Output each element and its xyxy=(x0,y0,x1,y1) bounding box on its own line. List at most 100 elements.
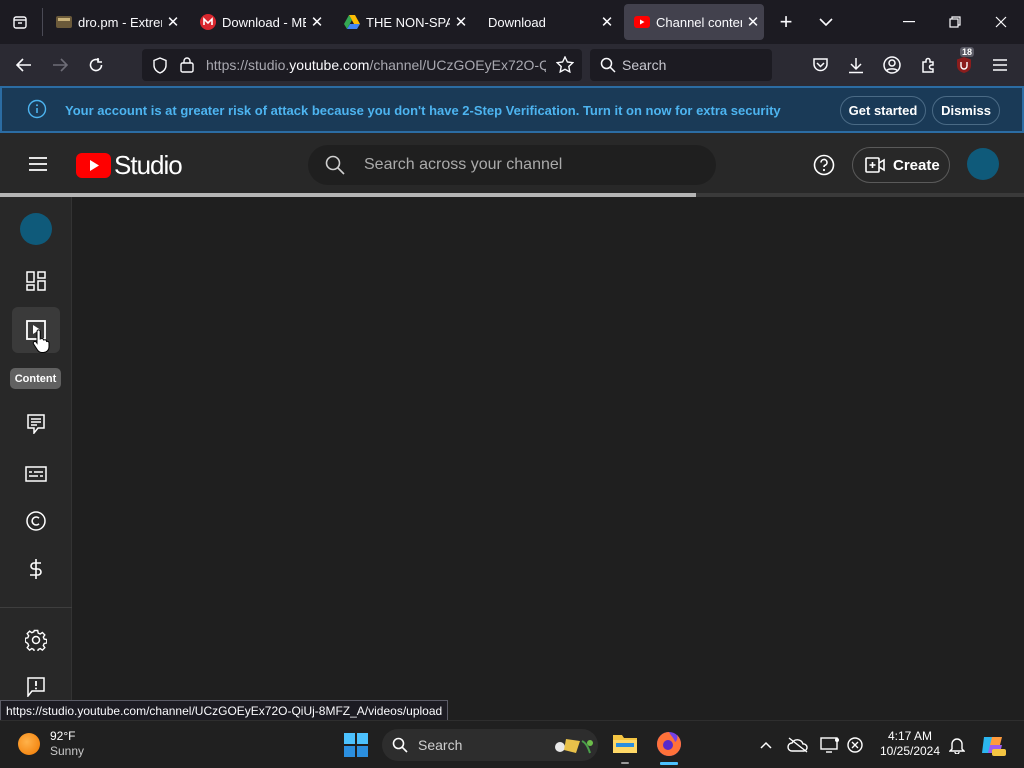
account-avatar[interactable] xyxy=(967,148,999,180)
forward-icon[interactable] xyxy=(44,49,76,81)
weather-widget[interactable]: 92°F Sunny xyxy=(18,729,84,759)
account-icon[interactable] xyxy=(876,49,908,81)
close-window-icon[interactable] xyxy=(985,6,1017,38)
get-started-button[interactable]: Get started xyxy=(840,96,926,125)
extension-badge: 18 xyxy=(960,47,975,57)
close-tab-icon[interactable]: ✕ xyxy=(162,13,184,31)
tab-label: Download xyxy=(488,14,546,30)
hamburger-menu-icon[interactable] xyxy=(28,156,48,177)
search-icon xyxy=(600,57,616,78)
browser-tab-active[interactable]: Channel content ✕ xyxy=(624,4,764,40)
youtube-logo-icon xyxy=(76,153,111,178)
subtitles-icon xyxy=(25,466,47,482)
create-button[interactable]: Create xyxy=(852,147,950,183)
chevron-up-icon[interactable] xyxy=(754,733,778,757)
channel-search-input[interactable]: Search across your channel xyxy=(308,145,716,185)
channel-avatar[interactable] xyxy=(20,213,52,245)
dro-favicon-icon xyxy=(56,14,72,30)
taskbar-search-label: Search xyxy=(418,737,463,753)
file-explorer-icon[interactable] xyxy=(612,731,638,760)
banner-message: Your account is at greater risk of attac… xyxy=(65,103,781,118)
browser-tab[interactable]: dro.pm - Extrem ✕ xyxy=(46,4,184,40)
tab-label: THE NON-SPAM xyxy=(366,14,450,30)
url-text[interactable]: https://studio.youtube.com/channel/UCzGO… xyxy=(206,57,546,73)
search-icon xyxy=(392,737,408,758)
browser-tab[interactable]: Download - MEGA ✕ xyxy=(190,4,328,40)
feedback-icon xyxy=(27,677,45,697)
ublock-extension-icon[interactable]: 18 xyxy=(948,47,980,81)
close-tab-icon[interactable]: ✕ xyxy=(596,13,618,31)
sidebar-item-subtitles[interactable] xyxy=(12,451,60,497)
pocket-icon[interactable] xyxy=(804,49,836,81)
browser-tab-strip: dro.pm - Extrem ✕ Download - MEGA ✕ THE … xyxy=(0,0,1024,44)
minimize-icon[interactable] xyxy=(893,6,925,38)
search-icon xyxy=(325,155,345,180)
comments-icon xyxy=(27,414,45,434)
copyright-icon xyxy=(26,511,46,531)
browser-tab[interactable]: THE NON-SPAM ✕ xyxy=(334,4,472,40)
hand-pointer-cursor-icon xyxy=(32,329,50,358)
list-all-tabs-icon[interactable] xyxy=(810,6,842,38)
weather-desc: Sunny xyxy=(50,744,85,758)
create-video-icon xyxy=(865,157,885,173)
bookmark-star-icon[interactable] xyxy=(555,55,575,78)
notification-bell-icon[interactable] xyxy=(945,733,969,757)
dashboard-icon xyxy=(26,271,46,291)
link-status-tooltip: https://studio.youtube.com/channel/UCzGO… xyxy=(0,700,449,721)
studio-header: Studio Search across your channel Create xyxy=(0,133,1024,193)
copilot-icon[interactable] xyxy=(980,733,1006,757)
sun-icon xyxy=(18,733,40,755)
url-bar[interactable]: https://studio.youtube.com/channel/UCzGO… xyxy=(142,49,582,81)
close-tab-icon[interactable]: ✕ xyxy=(742,13,764,31)
back-icon[interactable] xyxy=(8,49,40,81)
restore-icon[interactable] xyxy=(939,6,971,38)
sidebar-item-earn[interactable] xyxy=(12,546,60,592)
youtube-favicon-icon xyxy=(634,14,650,30)
close-tab-icon[interactable]: ✕ xyxy=(450,13,472,31)
tab-label: dro.pm - Extrem xyxy=(78,14,162,30)
browser-search-bar[interactable]: Search xyxy=(590,49,772,81)
padlock-icon[interactable] xyxy=(180,56,194,78)
firefox-icon[interactable] xyxy=(655,730,683,763)
sidebar-item-dashboard[interactable] xyxy=(12,258,60,304)
sidebar-item-comments[interactable] xyxy=(12,401,60,447)
tab-overview-icon[interactable] xyxy=(4,6,36,38)
google-drive-favicon-icon xyxy=(344,14,360,30)
sidebar-tooltip: Content xyxy=(10,368,61,389)
help-icon[interactable] xyxy=(813,154,835,181)
menu-hamburger-icon[interactable] xyxy=(984,49,1016,81)
studio-sidebar: Content xyxy=(0,197,72,720)
dismiss-button[interactable]: Dismiss xyxy=(932,96,1000,125)
display-icon[interactable] xyxy=(818,733,842,757)
windows-taskbar: 92°F Sunny Search 4:17 AM 10/25/2024 xyxy=(0,720,1024,768)
browser-search-label: Search xyxy=(622,57,667,73)
taskbar-search-box[interactable]: Search xyxy=(382,729,598,761)
youtube-studio-logo[interactable]: Studio xyxy=(76,150,183,181)
search-placeholder: Search across your channel xyxy=(364,156,563,173)
mega-favicon-icon xyxy=(200,14,216,30)
windows-start-icon[interactable] xyxy=(344,733,368,762)
studio-logo-text: Studio xyxy=(114,150,183,180)
new-tab-icon[interactable]: + xyxy=(770,6,802,38)
downloads-icon[interactable] xyxy=(840,49,872,81)
network-disconnected-icon[interactable] xyxy=(843,733,867,757)
onedrive-offline-icon[interactable] xyxy=(786,733,810,757)
gear-icon xyxy=(25,629,47,651)
security-banner: Your account is at greater risk of attac… xyxy=(0,86,1024,133)
search-highlight-icon xyxy=(552,733,596,762)
sidebar-divider xyxy=(0,607,72,608)
browser-tab[interactable]: Download ✕ xyxy=(478,4,618,40)
tracking-protection-shield-icon[interactable] xyxy=(152,57,168,79)
clock-date: 10/25/2024 xyxy=(879,744,941,758)
system-clock[interactable]: 4:17 AM 10/25/2024 xyxy=(872,729,948,759)
earn-icon xyxy=(30,559,42,579)
tab-label: Channel content xyxy=(656,14,742,30)
close-tab-icon[interactable]: ✕ xyxy=(306,13,328,31)
main-content-area xyxy=(72,197,1024,720)
sidebar-item-copyright[interactable] xyxy=(12,498,60,544)
sidebar-item-settings[interactable] xyxy=(12,617,60,663)
info-icon xyxy=(27,99,47,124)
extensions-icon[interactable] xyxy=(912,49,944,81)
clock-time: 4:17 AM xyxy=(887,729,933,743)
reload-icon[interactable] xyxy=(80,49,112,81)
